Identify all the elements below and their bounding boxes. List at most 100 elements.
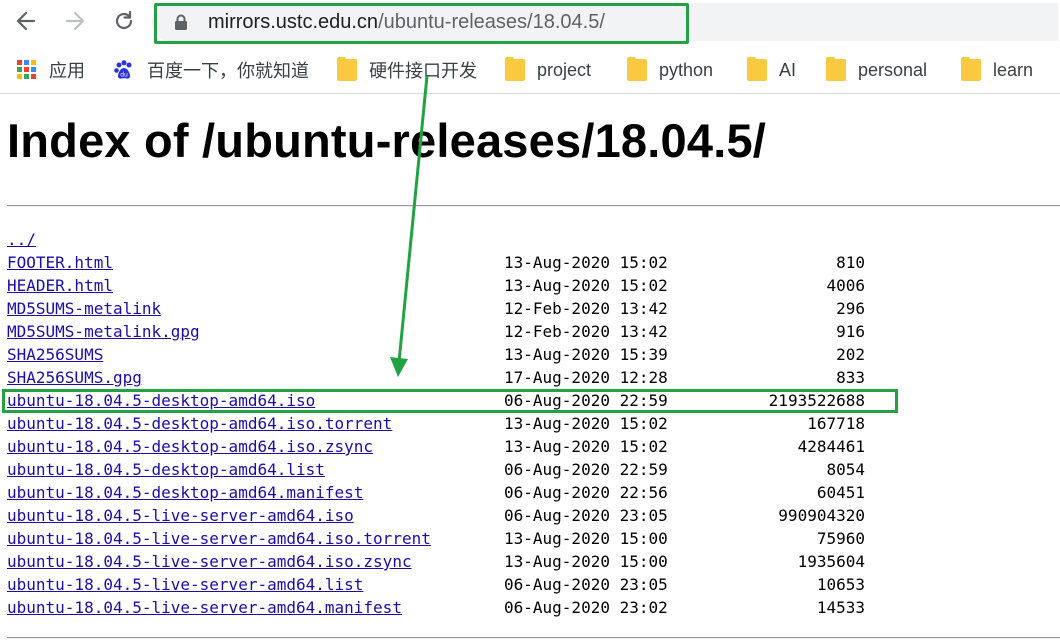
file-row: ubuntu-18.04.5-desktop-amd64.iso 06-Aug-2… xyxy=(7,389,1060,412)
file-link[interactable]: HEADER.html xyxy=(7,274,113,297)
bookmark-label: python xyxy=(659,59,714,80)
address-bar[interactable]: mirrors.ustc.edu.cn/ubuntu-releases/18.0… xyxy=(152,3,1058,41)
file-size: 75960 xyxy=(816,529,865,548)
bookmark-project[interactable]: project xyxy=(505,57,591,83)
file-row: FOOTER.html 13-Aug-2020 15:02 810 xyxy=(7,251,1060,274)
file-size: 810 xyxy=(836,253,865,272)
bookmark-baidu[interactable]: du 百度一下，你就知道 xyxy=(113,57,309,83)
reload-button[interactable] xyxy=(108,6,140,36)
parent-row: ../ xyxy=(7,228,1060,251)
forward-button[interactable] xyxy=(59,6,91,36)
file-row: SHA256SUMS.gpg 17-Aug-2020 12:28 833 xyxy=(7,366,1060,389)
baidu-paw-icon: du xyxy=(114,60,132,79)
top-divider xyxy=(7,205,1060,207)
file-size: 8054 xyxy=(826,460,865,479)
apps-grid-icon xyxy=(17,60,37,80)
file-size: 60451 xyxy=(816,483,865,502)
bookmark-label: 百度一下，你就知道 xyxy=(147,61,309,81)
folder-icon xyxy=(826,57,846,81)
file-date: 13-Aug-2020 15:02 xyxy=(504,414,668,433)
folder-icon xyxy=(337,57,357,81)
file-row: ubuntu-18.04.5-desktop-amd64.manifest 06-… xyxy=(7,481,1060,504)
file-link[interactable]: ubuntu-18.04.5-desktop-amd64.list xyxy=(7,458,325,481)
file-link[interactable]: ubuntu-18.04.5-desktop-amd64.iso.zsync xyxy=(7,435,373,458)
file-size: 2193522688 xyxy=(768,391,865,410)
file-link[interactable]: SHA256SUMS xyxy=(7,343,103,366)
file-link[interactable]: ubuntu-18.04.5-desktop-amd64.iso.torrent xyxy=(7,412,392,435)
file-link[interactable]: ubuntu-18.04.5-desktop-amd64.manifest xyxy=(7,481,363,504)
file-size: 202 xyxy=(836,345,865,364)
file-date: 12-Feb-2020 13:42 xyxy=(504,322,668,341)
bottom-divider xyxy=(7,637,1060,639)
file-date: 13-Aug-2020 15:00 xyxy=(504,552,668,571)
file-row: ubuntu-18.04.5-live-server-amd64.iso.tor… xyxy=(7,527,1060,550)
back-button[interactable] xyxy=(10,6,42,36)
folder-icon xyxy=(505,57,525,81)
file-link[interactable]: MD5SUMS-metalink xyxy=(7,297,161,320)
bookmark-label: 应用 xyxy=(49,61,85,81)
file-link[interactable]: FOOTER.html xyxy=(7,251,113,274)
browser-toolbar: mirrors.ustc.edu.cn/ubuntu-releases/18.0… xyxy=(0,0,1060,44)
file-size: 14533 xyxy=(816,598,865,617)
file-link[interactable]: MD5SUMS-metalink.gpg xyxy=(7,320,200,343)
bookmark-hardware[interactable]: 硬件接口开发 xyxy=(337,57,477,83)
file-date: 06-Aug-2020 23:02 xyxy=(504,598,668,617)
file-row: SHA256SUMS 13-Aug-2020 15:39 202 xyxy=(7,343,1060,366)
file-date: 06-Aug-2020 22:59 xyxy=(504,391,668,410)
url-host: mirrors.ustc.edu.cn xyxy=(208,11,379,33)
file-date: 13-Aug-2020 15:02 xyxy=(504,253,668,272)
url-text: mirrors.ustc.edu.cn/ubuntu-releases/18.0… xyxy=(208,11,605,34)
file-size: 4284461 xyxy=(797,437,865,456)
file-link[interactable]: SHA256SUMS.gpg xyxy=(7,366,142,389)
arrow-left-icon xyxy=(16,11,36,31)
file-size: 4006 xyxy=(826,276,865,295)
file-link[interactable]: ubuntu-18.04.5-live-server-amd64.iso.tor… xyxy=(7,527,431,550)
arrow-right-icon xyxy=(65,11,85,31)
file-row: ubuntu-18.04.5-live-server-amd64.iso 06-A… xyxy=(7,504,1060,527)
file-row: MD5SUMS-metalink 12-Feb-2020 13:42 296 xyxy=(7,297,1060,320)
bookmark-label: 硬件接口开发 xyxy=(369,61,477,81)
bookmarks-bar: 应用 du 百度一下，你就知道 硬件接口开发 project python AI… xyxy=(0,46,1060,94)
file-date: 06-Aug-2020 22:56 xyxy=(504,483,668,502)
file-link[interactable]: ubuntu-18.04.5-live-server-amd64.iso xyxy=(7,504,354,527)
file-size: 1935604 xyxy=(797,552,865,571)
file-date: 17-Aug-2020 12:28 xyxy=(504,368,668,387)
bookmark-label: learn xyxy=(993,59,1034,80)
file-date: 06-Aug-2020 23:05 xyxy=(504,575,668,594)
file-date: 13-Aug-2020 15:02 xyxy=(504,437,668,456)
file-size: 10653 xyxy=(816,575,865,594)
file-date: 13-Aug-2020 15:02 xyxy=(504,276,668,295)
bookmark-python[interactable]: python xyxy=(627,57,713,83)
bookmark-ai[interactable]: AI xyxy=(747,57,796,83)
file-link[interactable]: ubuntu-18.04.5-desktop-amd64.iso xyxy=(7,389,315,412)
file-row: ubuntu-18.04.5-live-server-amd64.iso.zsy… xyxy=(7,550,1060,573)
file-size: 296 xyxy=(836,299,865,318)
folder-icon xyxy=(747,57,767,81)
file-listing: ../ FOOTER.html 13-Aug-2020 15:02 810 HEADE… xyxy=(7,228,1060,619)
file-row: ubuntu-18.04.5-desktop-amd64.iso.torrent… xyxy=(7,412,1060,435)
file-date: 13-Aug-2020 15:00 xyxy=(504,529,668,548)
file-row: MD5SUMS-metalink.gpg 12-Feb-2020 13:42 916 xyxy=(7,320,1060,343)
file-row: ubuntu-18.04.5-live-server-amd64.list 06-… xyxy=(7,573,1060,596)
file-link[interactable]: ubuntu-18.04.5-live-server-amd64.list xyxy=(7,573,363,596)
bookmark-apps[interactable]: 应用 xyxy=(17,57,85,83)
bookmark-label: personal xyxy=(858,59,928,80)
folder-icon xyxy=(961,57,981,81)
bookmark-learn[interactable]: learn xyxy=(961,57,1033,83)
file-link[interactable]: ubuntu-18.04.5-live-server-amd64.manifes… xyxy=(7,596,402,619)
bookmark-personal[interactable]: personal xyxy=(826,57,927,83)
file-date: 06-Aug-2020 22:59 xyxy=(504,460,668,479)
file-row: HEADER.html 13-Aug-2020 15:02 4006 xyxy=(7,274,1060,297)
parent-directory-link[interactable]: ../ xyxy=(7,228,36,251)
file-size: 167718 xyxy=(807,414,865,433)
svg-text:du: du xyxy=(120,72,128,79)
file-row: ubuntu-18.04.5-desktop-amd64.iso.zsync 13… xyxy=(7,435,1060,458)
reload-icon xyxy=(115,10,133,30)
file-date: 13-Aug-2020 15:39 xyxy=(504,345,668,364)
file-link[interactable]: ubuntu-18.04.5-live-server-amd64.iso.zsy… xyxy=(7,550,412,573)
page-title: Index of /ubuntu-releases/18.04.5/ xyxy=(7,114,767,167)
lock-icon xyxy=(175,14,187,30)
file-size: 833 xyxy=(836,368,865,387)
folder-icon xyxy=(627,57,647,81)
file-size: 916 xyxy=(836,322,865,341)
